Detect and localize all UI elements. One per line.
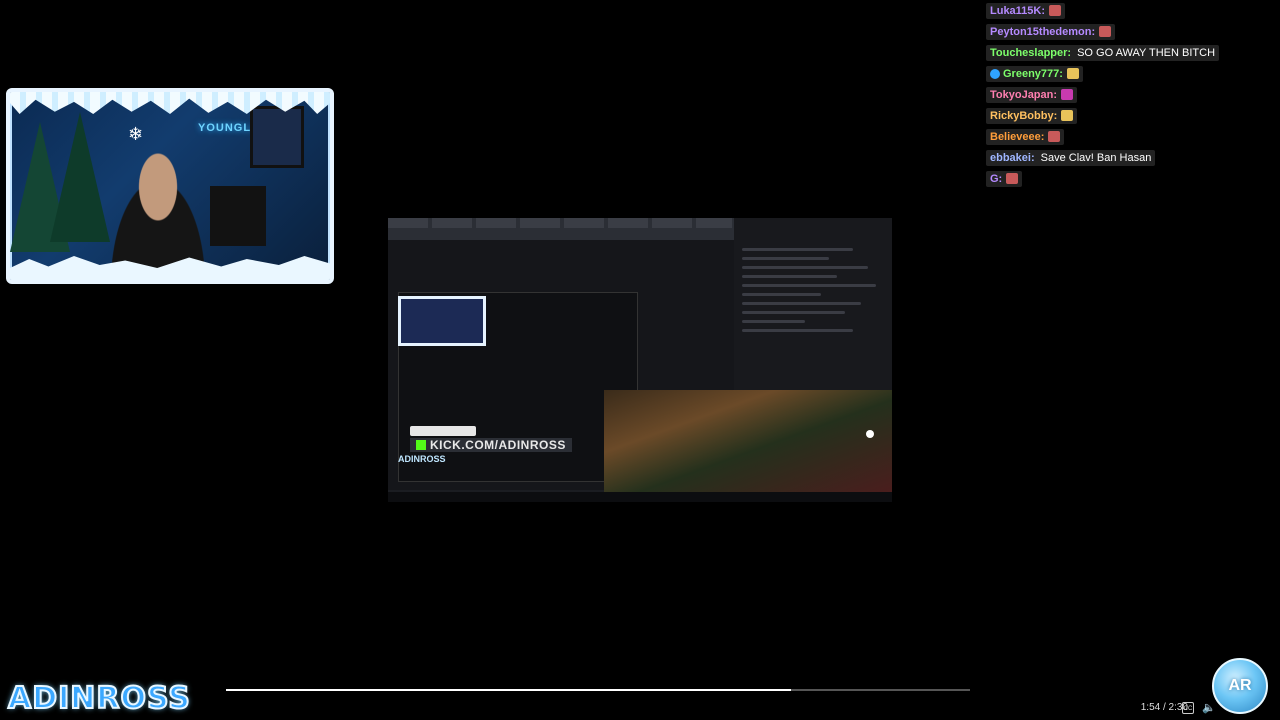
kick-logo-icon	[416, 440, 426, 450]
chat-username: ebbakei:	[990, 151, 1035, 164]
seek-bar-fill	[226, 689, 792, 691]
nested-webcam-hasan	[604, 390, 892, 494]
chat-message: Luka115K:	[986, 2, 1280, 19]
chat-username: Luka115K:	[990, 4, 1046, 17]
chat-message: TokyoJapan:	[986, 86, 1280, 103]
nested-webcam	[398, 296, 486, 346]
chat-message: Peyton15thedemon:	[986, 23, 1280, 40]
chat-username: Toucheslapper:	[990, 46, 1072, 59]
chat-text: SO GO AWAY THEN BITCH	[1077, 46, 1216, 59]
chat-line	[742, 257, 829, 260]
emote-icon	[1061, 110, 1074, 121]
gaming-chair	[210, 186, 266, 246]
emote-icon	[1049, 5, 1062, 16]
chat-line	[742, 329, 853, 332]
chat-message-box: Peyton15thedemon:	[986, 23, 1116, 40]
chat-username: G:	[990, 172, 1003, 185]
mouse-cursor-icon	[866, 430, 874, 438]
wall-frame	[250, 106, 304, 168]
chat-username: Peyton15thedemon:	[990, 25, 1096, 38]
chat-username: RickyBobby:	[990, 109, 1058, 122]
chat-username: Greeny777:	[1003, 67, 1063, 80]
time-display: 1:54 / 2:30	[1140, 702, 1188, 713]
captions-button[interactable]: CC	[1182, 702, 1194, 714]
kick-url-text: KICK.COM/ADINROSS	[430, 438, 566, 452]
chat-line	[742, 275, 837, 278]
ar-snowglobe-logo: AR	[1212, 658, 1268, 714]
emote-icon	[1066, 68, 1079, 79]
chat-message-box: Toucheslapper: SO GO AWAY THEN BITCH	[986, 44, 1220, 61]
chat-text: Save Clav! Ban Hasan	[1040, 151, 1152, 164]
volume-icon[interactable]: 🔈	[1202, 702, 1216, 714]
channel-logo: ADINROSS	[7, 680, 191, 717]
chat-line	[742, 284, 877, 287]
chat-message: G:	[986, 170, 1280, 187]
chat-message: Toucheslapper: SO GO AWAY THEN BITCH	[986, 44, 1280, 61]
chat-line	[742, 293, 821, 296]
nested-taskbar	[388, 492, 892, 502]
seek-bar[interactable]	[226, 689, 970, 691]
chat-message: Believeee:	[986, 128, 1280, 145]
nested-channel-logo: ADINROSS	[398, 454, 446, 464]
browser-tabs	[388, 218, 732, 228]
chat-message-box: TokyoJapan:	[986, 86, 1078, 103]
chat-username: TokyoJapan:	[990, 88, 1058, 101]
chat-message-box: G:	[986, 170, 1023, 187]
chat-line	[742, 311, 845, 314]
chat-line	[742, 320, 806, 323]
chat-message-box: ebbakei: Save Clav! Ban Hasan	[986, 149, 1156, 166]
chat-message: ebbakei: Save Clav! Ban Hasan	[986, 149, 1280, 166]
emote-icon	[1006, 173, 1019, 184]
snowflake-icon: ❄	[128, 124, 144, 144]
user-badge-icon	[990, 68, 1000, 79]
chat-overlay: Luka115K: Peyton15thedemon: Toucheslapper:…	[986, 2, 1280, 191]
chat-message: RickyBobby:	[986, 107, 1280, 124]
emote-icon	[1099, 26, 1112, 37]
chat-message-box: Luka115K:	[986, 2, 1066, 19]
kick-url-banner: KICK.COM/ADINROSS	[410, 438, 572, 452]
emote-icon	[1061, 89, 1074, 100]
chat-message-box: Greeny777:	[986, 65, 1083, 82]
nested-alert	[410, 426, 476, 436]
chat-line	[742, 302, 861, 305]
nested-chat-pane	[734, 218, 892, 393]
chat-line	[742, 248, 853, 251]
emote-icon	[1048, 131, 1061, 142]
chat-message-box: RickyBobby:	[986, 107, 1078, 124]
webcam-overlay: YOUNGLA ❄	[6, 88, 334, 284]
chat-message-box: Believeee:	[986, 128, 1065, 145]
screen-share-video: KICK.COM/ADINROSS ADINROSS	[388, 218, 892, 502]
chat-line	[742, 266, 869, 269]
chat-message: Greeny777:	[986, 65, 1280, 82]
chat-username: Believeee:	[990, 130, 1045, 143]
